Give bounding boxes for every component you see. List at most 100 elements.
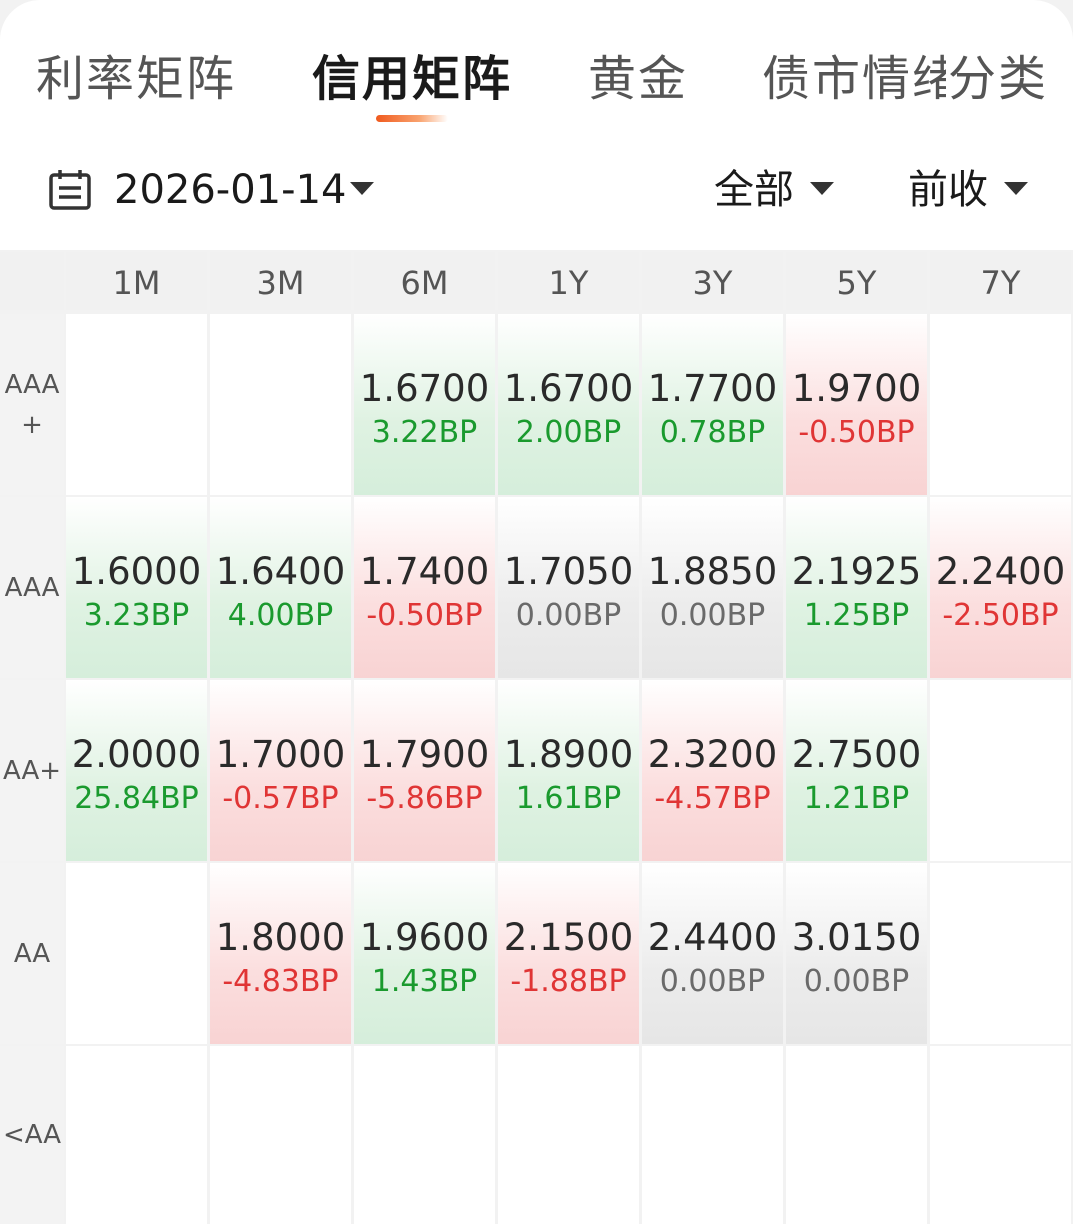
row-header-label: AAA+: [4, 369, 60, 440]
matrix-cell[interactable]: 1.7700 0.78BP: [642, 314, 783, 495]
cell-change-value: 0.00BP: [515, 598, 622, 633]
matrix-cell[interactable]: 3.0150 0.00BP: [786, 863, 927, 1044]
cell-change-value: 4.00BP: [227, 598, 334, 633]
cell-change-value: -0.50BP: [798, 415, 915, 450]
matrix-cell[interactable]: 1.6000 3.23BP: [66, 497, 207, 678]
matrix-cell[interactable]: 1.6700 3.22BP: [354, 314, 495, 495]
tab-rate-matrix[interactable]: 利率矩阵: [36, 40, 236, 118]
matrix-cell: [354, 1046, 495, 1224]
cell-yield-value: 1.7000: [215, 733, 346, 776]
cell-yield-value: 1.7900: [359, 733, 490, 776]
matrix-cell: [930, 680, 1071, 861]
cell-yield-value: 2.3200: [647, 733, 778, 776]
matrix-cell[interactable]: 1.9700 -0.50BP: [786, 314, 927, 495]
matrix-cell[interactable]: 1.8900 1.61BP: [498, 680, 639, 861]
column-header: 6M: [354, 252, 495, 310]
cell-change-value: 2.00BP: [515, 415, 622, 450]
cell-yield-value: 1.9700: [791, 367, 922, 410]
compare-label: 前收: [908, 167, 988, 213]
column-header: 3Y: [642, 252, 783, 310]
row-header-label: AA: [13, 938, 51, 969]
matrix-cell: [210, 314, 351, 495]
calendar-icon: [49, 170, 91, 210]
credit-matrix-grid: 1M 3M 6M 1Y 3Y 5Y 7Y AAA+ 1.6700 3.22BP 1.6700 2.00…: [0, 252, 1073, 1224]
cell-change-value: -0.50BP: [366, 598, 483, 633]
matrix-cell[interactable]: 2.7500 1.21BP: [786, 680, 927, 861]
cell-yield-value: 1.6700: [359, 367, 490, 410]
column-header: 7Y: [930, 252, 1071, 310]
matrix-cell[interactable]: 1.6700 2.00BP: [498, 314, 639, 495]
header-card: 利率矩阵 信用矩阵 黄金 债市情绪 分类 2026-01-14 全部 前收: [0, 0, 1073, 250]
row-header: AA: [0, 863, 64, 1044]
cell-yield-value: 1.6400: [215, 550, 346, 593]
matrix-cell[interactable]: 2.2400 -2.50BP: [930, 497, 1071, 678]
tab-category[interactable]: 分类: [946, 40, 1049, 118]
matrix-cell[interactable]: 2.3200 -4.57BP: [642, 680, 783, 861]
chevron-down-icon: [810, 182, 834, 195]
cell-yield-value: 1.8000: [215, 916, 346, 959]
matrix-cell: [66, 863, 207, 1044]
scope-label: 全部: [714, 167, 794, 213]
matrix-cell[interactable]: 1.7050 0.00BP: [498, 497, 639, 678]
matrix-cell[interactable]: 1.6400 4.00BP: [210, 497, 351, 678]
matrix-cell: [642, 1046, 783, 1224]
cell-yield-value: 2.2400: [935, 550, 1066, 593]
cell-change-value: 1.25BP: [803, 598, 910, 633]
cell-yield-value: 1.7400: [359, 550, 490, 593]
cell-change-value: -2.50BP: [942, 598, 1059, 633]
cell-yield-value: 1.8850: [647, 550, 778, 593]
cell-yield-value: 1.6700: [503, 367, 634, 410]
row-header: AAA: [0, 497, 64, 678]
matrix-cell: [498, 1046, 639, 1224]
matrix-cell[interactable]: 2.0000 25.84BP: [66, 680, 207, 861]
row-header: AA+: [0, 680, 64, 861]
cell-yield-value: 2.1500: [503, 916, 634, 959]
matrix-cell[interactable]: 1.7000 -0.57BP: [210, 680, 351, 861]
matrix-cell[interactable]: 2.1500 -1.88BP: [498, 863, 639, 1044]
cell-change-value: 3.22BP: [371, 415, 478, 450]
cell-yield-value: 2.0000: [71, 733, 202, 776]
cell-change-value: 0.00BP: [659, 598, 766, 633]
matrix-cell[interactable]: 1.9600 1.43BP: [354, 863, 495, 1044]
cell-yield-value: 1.8900: [503, 733, 634, 776]
tab-bar: 利率矩阵 信用矩阵 黄金 债市情绪 分类: [0, 40, 1073, 130]
matrix-cell[interactable]: 1.7900 -5.86BP: [354, 680, 495, 861]
cell-change-value: 1.61BP: [515, 781, 622, 816]
matrix-cell: [66, 314, 207, 495]
column-header: 1Y: [498, 252, 639, 310]
credit-matrix-page: 利率矩阵 信用矩阵 黄金 债市情绪 分类 2026-01-14 全部 前收 1M…: [0, 0, 1073, 1224]
cell-yield-value: 1.7050: [503, 550, 634, 593]
row-header-label: AAA: [4, 572, 60, 603]
matrix-cell: [786, 1046, 927, 1224]
row-header-label: AA+: [2, 755, 62, 786]
matrix-cell[interactable]: 2.4400 0.00BP: [642, 863, 783, 1044]
cell-yield-value: 1.7700: [647, 367, 778, 410]
matrix-cell[interactable]: 2.1925 1.25BP: [786, 497, 927, 678]
matrix-cell[interactable]: 1.8000 -4.83BP: [210, 863, 351, 1044]
matrix-cell: [930, 863, 1071, 1044]
chevron-down-icon: [1004, 182, 1028, 195]
grid-corner: [0, 252, 64, 310]
matrix-cell[interactable]: 1.7400 -0.50BP: [354, 497, 495, 678]
tab-bond-sentiment[interactable]: 债市情绪: [762, 40, 962, 118]
column-header: 1M: [66, 252, 207, 310]
matrix-cell[interactable]: 1.8850 0.00BP: [642, 497, 783, 678]
cell-change-value: 1.43BP: [371, 964, 478, 999]
chevron-down-icon: [350, 182, 374, 195]
matrix-cell: [930, 1046, 1071, 1224]
tab-gold[interactable]: 黄金: [588, 40, 688, 118]
matrix-cell: [66, 1046, 207, 1224]
row-header: AAA+: [0, 314, 64, 495]
date-value: 2026-01-14: [114, 167, 347, 213]
tab-credit-matrix[interactable]: 信用矩阵: [312, 40, 512, 118]
cell-yield-value: 1.6000: [71, 550, 202, 593]
row-header-label: <AA: [2, 1120, 62, 1150]
cell-change-value: 3.23BP: [83, 598, 190, 633]
cell-change-value: 0.00BP: [803, 964, 910, 999]
cell-change-value: -4.83BP: [222, 964, 339, 999]
cell-yield-value: 2.7500: [791, 733, 922, 776]
cell-change-value: 25.84BP: [74, 781, 199, 816]
row-header: <AA: [0, 1046, 64, 1224]
cell-change-value: -5.86BP: [366, 781, 483, 816]
cell-yield-value: 2.1925: [791, 550, 922, 593]
